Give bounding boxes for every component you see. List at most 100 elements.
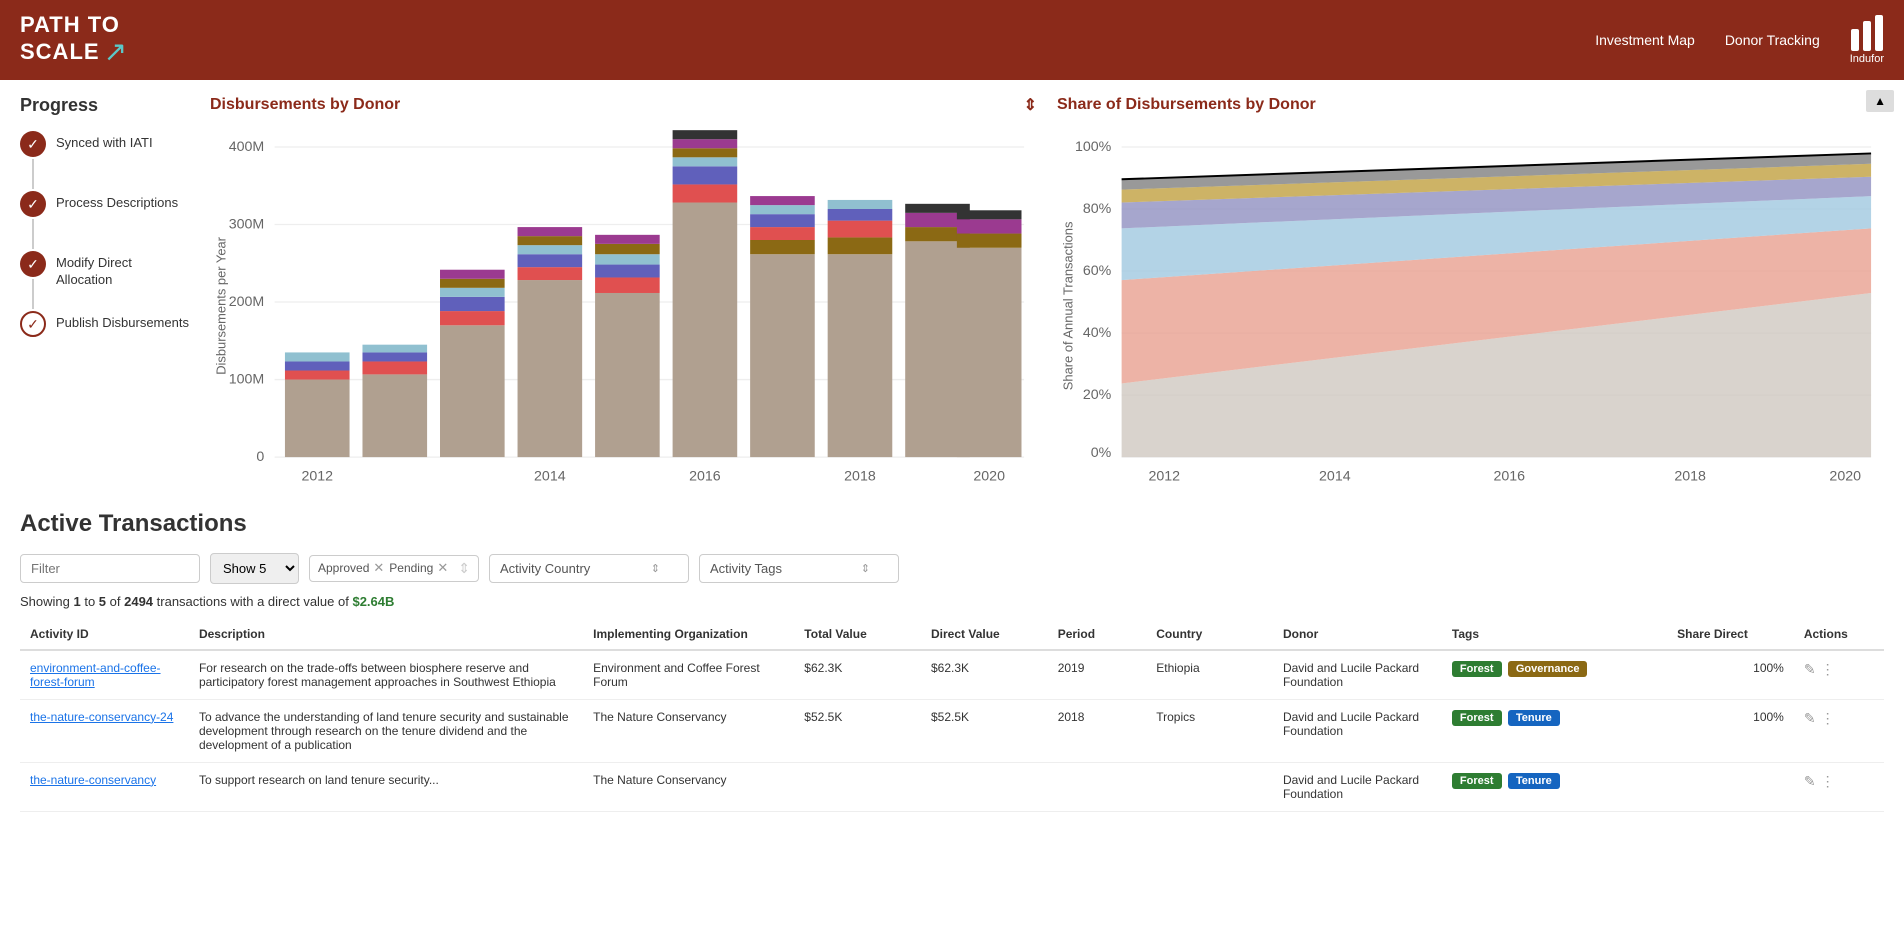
cell-donor-3: David and Lucile Packard Foundation — [1273, 762, 1442, 811]
progress-line-2 — [32, 219, 34, 249]
table-body: environment-and-coffee-forest-forum For … — [20, 650, 1884, 812]
cell-actions-1: ✎ ⋮ — [1794, 650, 1884, 700]
disbursements-expand-icon[interactable]: ⇕ — [1024, 95, 1037, 115]
table-row: the-nature-conservancy-24 To advance the… — [20, 699, 1884, 762]
filter-tag-approved: Approved ✕ — [318, 560, 384, 576]
filter-tag-approved-remove[interactable]: ✕ — [373, 560, 384, 576]
progress-text-1: Synced with IATI — [56, 131, 153, 152]
svg-text:100%: 100% — [1075, 139, 1112, 155]
app-header: PATH TO SCALE ↗ Investment Map Donor Tra… — [0, 0, 1904, 80]
show-select[interactable]: Show 5 Show 10 Show 25 Show 50 — [210, 553, 299, 584]
logo-arrow-icon: ↗ — [104, 37, 127, 68]
svg-text:100M: 100M — [229, 371, 265, 387]
indufor-bar-3 — [1875, 15, 1883, 51]
cell-total-val-3 — [794, 762, 921, 811]
progress-circle-1: ✓ — [20, 131, 46, 157]
progress-circle-2: ✓ — [20, 191, 46, 217]
cell-impl-org-2: The Nature Conservancy — [583, 699, 794, 762]
indufor-bar-2 — [1863, 21, 1871, 51]
progress-icon-col-1: ✓ — [20, 131, 46, 191]
table-row: environment-and-coffee-forest-forum For … — [20, 650, 1884, 700]
transactions-table: Activity ID Description Implementing Org… — [20, 619, 1884, 812]
filters-row: Show 5 Show 10 Show 25 Show 50 Approved … — [20, 553, 1884, 584]
activity-tags-dropdown[interactable]: Activity Tags ⇕ — [699, 554, 899, 583]
cell-period-1: 2019 — [1048, 650, 1147, 700]
more-icon-1[interactable]: ⋮ — [1821, 661, 1835, 678]
cell-actions-2: ✎ ⋮ — [1794, 699, 1884, 762]
action-icons-2: ✎ ⋮ — [1804, 710, 1874, 727]
disbursements-title-text: Disbursements by Donor — [210, 96, 400, 114]
progress-items: ✓ Synced with IATI ✓ Process Description… — [20, 131, 190, 337]
table-header: Activity ID Description Implementing Org… — [20, 619, 1884, 650]
edit-icon-3[interactable]: ✎ — [1804, 773, 1816, 790]
share-chart-title: Share of Disbursements by Donor ⇕ — [1057, 95, 1884, 115]
logo-area: PATH TO SCALE ↗ — [20, 13, 127, 68]
activity-id-link-1[interactable]: environment-and-coffee-forest-forum — [30, 661, 161, 689]
tag-badge-forest-1: Forest — [1452, 661, 1502, 677]
filter-tag-pending-label: Pending — [389, 561, 433, 575]
svg-text:2012: 2012 — [301, 468, 333, 484]
progress-title: Progress — [20, 95, 190, 116]
svg-text:0: 0 — [256, 449, 264, 465]
disbursements-chart-container: Disbursements by Donor ⇕ 400M 300M 200M … — [210, 95, 1037, 490]
col-header-description: Description — [189, 619, 583, 650]
filter-tag-approved-label: Approved — [318, 561, 369, 575]
summary-range-from: 1 — [73, 594, 80, 609]
activity-id-link-3[interactable]: the-nature-conservancy — [30, 773, 156, 787]
cell-activity-id-1: environment-and-coffee-forest-forum — [20, 650, 189, 700]
filter-tag-pending-remove[interactable]: ✕ — [437, 560, 448, 576]
more-icon-3[interactable]: ⋮ — [1821, 773, 1835, 790]
more-icon-2[interactable]: ⋮ — [1821, 710, 1835, 727]
tags-dropdown-arrow-icon: ⇕ — [861, 562, 870, 575]
cell-impl-org-1: Environment and Coffee Forest Forum — [583, 650, 794, 700]
share-title-text: Share of Disbursements by Donor — [1057, 96, 1316, 114]
progress-item-process: ✓ Process Descriptions — [20, 191, 190, 251]
cell-country-2: Tropics — [1146, 699, 1273, 762]
svg-text:Disbursements per Year: Disbursements per Year — [214, 236, 229, 374]
summary-value: $2.64B — [352, 594, 394, 609]
filter-input[interactable] — [20, 554, 200, 583]
col-header-total-value: Total Value — [794, 619, 921, 650]
progress-icon-col-2: ✓ — [20, 191, 46, 251]
cell-direct-val-3 — [921, 762, 1048, 811]
filter-tags-arrows-icon[interactable]: ⇕ — [458, 560, 470, 577]
cell-country-3 — [1146, 762, 1273, 811]
svg-text:2014: 2014 — [1319, 468, 1351, 484]
svg-text:2014: 2014 — [534, 468, 566, 484]
share-chart-svg: 100% 80% 60% 40% 20% 0% Share of Annual … — [1057, 125, 1884, 487]
donor-tracking-link[interactable]: Donor Tracking — [1725, 32, 1820, 48]
activity-country-dropdown[interactable]: Activity Country ⇕ — [489, 554, 689, 583]
cell-total-val-1: $62.3K — [794, 650, 921, 700]
progress-circle-3: ✓ — [20, 251, 46, 277]
svg-text:2012: 2012 — [1148, 468, 1180, 484]
svg-text:2020: 2020 — [973, 468, 1005, 484]
cell-activity-id-2: the-nature-conservancy-24 — [20, 699, 189, 762]
col-header-implementing-org: Implementing Organization — [583, 619, 794, 650]
col-header-tags: Tags — [1442, 619, 1667, 650]
edit-icon-2[interactable]: ✎ — [1804, 710, 1816, 727]
progress-text-3: Modify Direct Allocation — [56, 251, 190, 289]
cell-tags-2: Forest Tenure — [1442, 699, 1667, 762]
indufor-logo: Indufor — [1850, 15, 1884, 65]
svg-text:200M: 200M — [229, 294, 265, 310]
cell-direct-val-2: $52.5K — [921, 699, 1048, 762]
svg-text:300M: 300M — [229, 216, 265, 232]
cell-actions-3: ✎ ⋮ — [1794, 762, 1884, 811]
col-header-country: Country — [1146, 619, 1273, 650]
table-row: the-nature-conservancy To support resear… — [20, 762, 1884, 811]
cell-direct-val-1: $62.3K — [921, 650, 1048, 700]
tag-badge-forest-2: Forest — [1452, 710, 1502, 726]
cell-donor-1: David and Lucile Packard Foundation — [1273, 650, 1442, 700]
svg-text:80%: 80% — [1083, 201, 1112, 217]
investment-map-link[interactable]: Investment Map — [1595, 32, 1695, 48]
cell-description-1: For research on the trade-offs between b… — [189, 650, 583, 700]
activity-id-link-2[interactable]: the-nature-conservancy-24 — [30, 710, 173, 724]
col-header-actions: Actions — [1794, 619, 1884, 650]
indufor-bar-1 — [1851, 29, 1859, 51]
edit-icon-1[interactable]: ✎ — [1804, 661, 1816, 678]
scroll-top-button[interactable]: ▲ — [1866, 90, 1894, 112]
active-transactions-title: Active Transactions — [20, 510, 1884, 538]
table-header-row: Activity ID Description Implementing Org… — [20, 619, 1884, 650]
cell-description-2: To advance the understanding of land ten… — [189, 699, 583, 762]
svg-text:2018: 2018 — [1674, 468, 1706, 484]
